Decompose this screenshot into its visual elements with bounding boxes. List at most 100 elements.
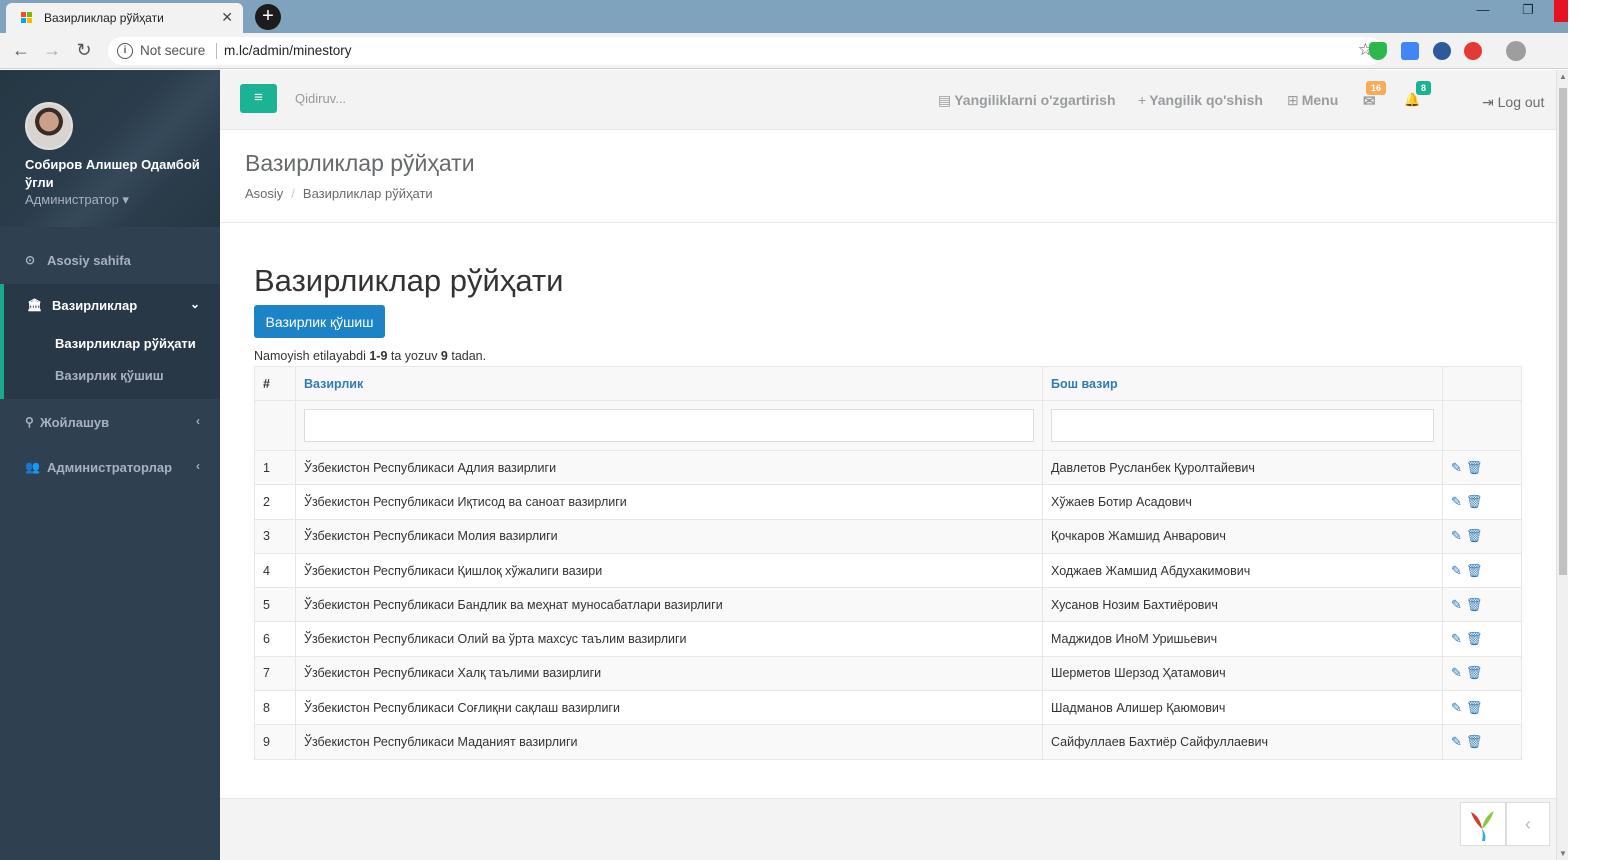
info-icon[interactable]: i — [117, 43, 133, 59]
row-actions: ✎ 🗑 — [1442, 552, 1522, 589]
pencil-icon[interactable]: ✎ — [1451, 460, 1462, 475]
row-actions: ✎ 🗑 — [1442, 621, 1522, 657]
search-input[interactable] — [295, 86, 495, 111]
trash-icon[interactable]: 🗑 — [1466, 700, 1483, 715]
ministry-name: Ўзбекистон Республикаси Қишлоқ хўжалиги … — [295, 552, 1043, 589]
logout-link[interactable]: ⇥ Log out — [1482, 94, 1544, 111]
avatar — [25, 102, 73, 150]
filter-cell — [254, 400, 296, 451]
shield-extension-icon[interactable] — [1369, 42, 1387, 60]
pencil-icon[interactable]: ✎ — [1451, 631, 1462, 646]
url-text[interactable]: m.lc/admin/minestory — [224, 43, 352, 58]
sidebar-subitem-add-ministry[interactable]: Вазирлик қўшиш — [55, 368, 164, 383]
column-header-ministry[interactable]: Вазирлик — [295, 366, 1043, 401]
summary-suffix: tadan. — [447, 349, 487, 363]
trash-icon[interactable]: 🗑 — [1466, 494, 1483, 509]
pencil-icon[interactable]: ✎ — [1451, 665, 1462, 680]
scroll-up-icon[interactable]: ▲ — [1559, 72, 1567, 81]
summary-prefix: Namoyish etilayabdi — [254, 349, 370, 363]
trash-icon[interactable]: 🗑 — [1466, 528, 1483, 543]
ministry-name: Ўзбекистон Республикаси Маданият вазирли… — [295, 724, 1043, 760]
minister-name: Шадманов Алишер Қаюмович — [1042, 690, 1443, 726]
notification-count-badge: 8 — [1416, 81, 1432, 95]
translate-extension-icon[interactable] — [1401, 42, 1419, 60]
pencil-icon[interactable]: ✎ — [1451, 563, 1462, 578]
menu-toggle-button[interactable]: ≡ — [240, 84, 277, 113]
menu-link[interactable]: ⊞ Menu — [1287, 92, 1338, 109]
browser-tab[interactable]: Вазирликлар рўйҳати ✕ — [6, 3, 243, 33]
trash-icon[interactable]: 🗑 — [1466, 665, 1483, 680]
debug-toolbar-logo[interactable] — [1460, 802, 1506, 846]
row-number: 6 — [254, 621, 296, 657]
sidebar-item-ministries[interactable]: 🏛 Вазирликлар ⌄ — [0, 284, 220, 328]
window-right-edge — [1568, 0, 1600, 860]
restore-icon[interactable]: ❐ — [1508, 0, 1548, 22]
minister-name: Хусанов Нозим Бахтиёрович — [1042, 587, 1443, 623]
pencil-icon[interactable]: ✎ — [1451, 734, 1462, 749]
user-role-dropdown[interactable]: Администратор ▾ — [25, 192, 129, 208]
page-heading: Вазирликлар рўйҳати Asosiy / Вазирликлар р… — [220, 130, 1556, 223]
minister-filter-input[interactable] — [1051, 409, 1434, 442]
address-bar[interactable]: i Not secure m.lc/admin/minestory ☆ — [108, 37, 1383, 65]
trash-icon[interactable]: 🗑 — [1466, 597, 1483, 612]
sort-minister-link[interactable]: Бош вазир — [1051, 377, 1118, 391]
minimize-icon[interactable]: — — [1463, 0, 1503, 22]
content-wrapper: Вазирликлар рўйҳати Вазирлик қўшиш Namoy… — [220, 223, 1556, 798]
sidebar-subitem-ministry-list[interactable]: Вазирликлар рўйҳати — [55, 336, 196, 351]
sort-ministry-link[interactable]: Вазирлик — [304, 377, 363, 391]
row-number: 8 — [254, 690, 296, 726]
back-icon[interactable]: ← — [9, 39, 33, 63]
newspaper-icon: ▤ — [938, 92, 952, 108]
pencil-icon[interactable]: ✎ — [1451, 494, 1462, 509]
add-news-link[interactable]: + Yangilik qo'shish — [1138, 92, 1263, 108]
edit-news-link[interactable]: ▤ Yangiliklarni o'zgartirish — [938, 92, 1116, 109]
breadcrumb-home[interactable]: Asosiy — [245, 186, 283, 201]
sign-out-icon: ⇥ — [1482, 94, 1494, 110]
reload-icon[interactable]: ↻ — [72, 39, 96, 63]
chevron-left-icon: ‹ — [196, 414, 200, 428]
grid-summary: Namoyish etilayabdi 1-9 ta yozuv 9 tadan… — [254, 349, 486, 363]
profile-avatar-icon[interactable] — [1506, 41, 1526, 61]
sidebar-item-location[interactable]: ⚲ Жойлашув ‹ — [0, 401, 220, 445]
scroll-thumb[interactable] — [1559, 88, 1567, 575]
pencil-icon[interactable]: ✎ — [1451, 700, 1462, 715]
trash-icon[interactable]: 🗑 — [1466, 563, 1483, 578]
sidebar-item-admins[interactable]: 👥 Администраторлар ‹ — [0, 446, 220, 490]
circle-extension-icon[interactable] — [1433, 42, 1451, 60]
row-actions: ✎ 🗑 — [1442, 484, 1522, 520]
table-icon: ⊞ — [1287, 92, 1299, 108]
table-row: 7 Ўзбекистон Республикаси Халқ таълими ва… — [254, 655, 1522, 692]
sidebar: Собиров Алишер Одамбой ўгли Администрато… — [0, 70, 220, 860]
trash-icon[interactable]: 🗑 — [1466, 631, 1483, 646]
column-header-minister[interactable]: Бош вазир — [1042, 366, 1443, 401]
ministry-name: Ўзбекистон Республикаси Молия вазирлиги — [295, 518, 1043, 554]
new-tab-button[interactable]: + — [255, 4, 281, 30]
table-row: 5 Ўзбекистон Республикаси Бандлик ва меҳн… — [254, 587, 1522, 623]
page-title: Вазирликлар рўйҳати — [245, 150, 475, 176]
dashboard-icon: ⊙ — [25, 253, 36, 267]
minister-name: Давлетов Русланбек Қуролтайевич — [1042, 449, 1443, 486]
debug-toolbar-collapse[interactable]: ‹ — [1506, 802, 1550, 846]
pencil-icon[interactable]: ✎ — [1451, 597, 1462, 612]
ministry-name: Ўзбекистон Республикаси Адлия вазирлиги — [295, 449, 1043, 486]
filter-cell — [1442, 400, 1522, 451]
trash-icon[interactable]: 🗑 — [1466, 734, 1483, 749]
minister-name: Шерметов Шерзод Ҳатамович — [1042, 655, 1443, 692]
ministry-filter-input[interactable] — [304, 409, 1034, 442]
target-extension-icon[interactable] — [1464, 42, 1482, 60]
minister-name: Хўжаев Ботир Асадович — [1042, 484, 1443, 520]
tab-close-icon[interactable]: ✕ — [221, 9, 233, 26]
trash-icon[interactable]: 🗑 — [1466, 460, 1483, 475]
page-scrollbar[interactable]: ▲ ▼ — [1556, 70, 1568, 860]
profile-panel: Собиров Алишер Одамбой ўгли Администрато… — [0, 70, 220, 227]
sidebar-item-label: Жойлашув — [40, 415, 110, 430]
row-number: 3 — [254, 518, 296, 554]
scroll-down-icon[interactable]: ▼ — [1559, 849, 1567, 858]
add-ministry-button[interactable]: Вазирлик қўшиш — [254, 305, 385, 338]
sidebar-item-home[interactable]: ⊙ Asosiy sahifa — [0, 239, 220, 283]
pencil-icon[interactable]: ✎ — [1451, 528, 1462, 543]
sidebar-item-label: Вазирликлар — [52, 298, 138, 313]
ministry-name: Ўзбекистон Республикаси Бандлик ва меҳна… — [295, 587, 1043, 623]
forward-icon[interactable]: → — [40, 39, 64, 63]
table-row: 4 Ўзбекистон Республикаси Қишлоқ хўжалиги… — [254, 552, 1522, 589]
